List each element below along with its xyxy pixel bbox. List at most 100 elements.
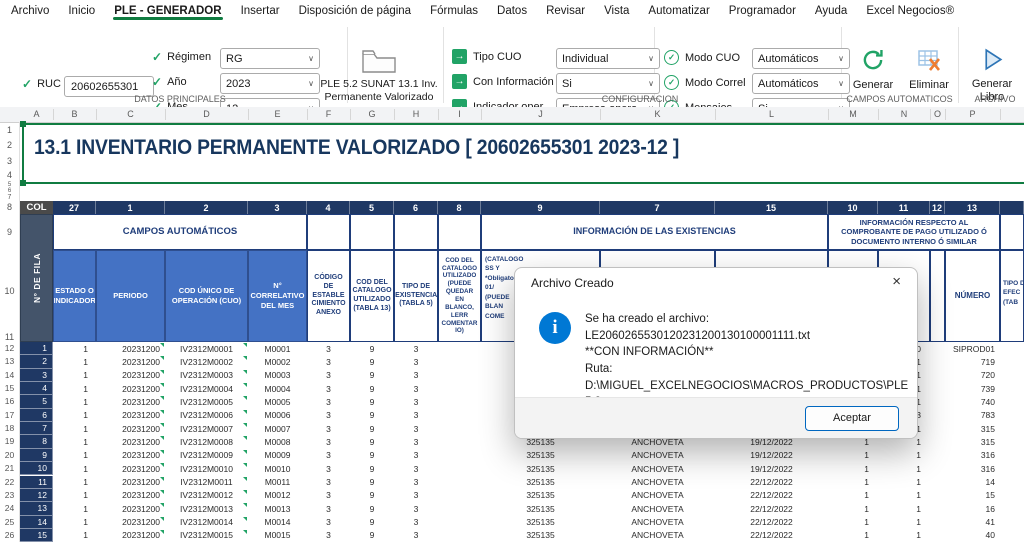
cell-c6[interactable]: 3 (394, 462, 438, 475)
row-number-1[interactable]: 1 (0, 123, 19, 137)
regimen-select[interactable]: RG ∨ (220, 48, 320, 69)
row-number-26[interactable]: 26 (0, 529, 19, 542)
menu-tab-datos[interactable]: Datos (496, 2, 528, 20)
cell-correlativo[interactable]: M0003 (248, 369, 307, 382)
row-number-4[interactable]: 4 (0, 169, 19, 182)
aceptar-button[interactable]: Aceptar (805, 406, 899, 431)
cell-periodo[interactable]: 20231200 (96, 529, 165, 542)
menu-tab-automatizar[interactable]: Automatizar (647, 2, 710, 20)
cell-estado[interactable]: 1 (53, 489, 96, 502)
cell-periodo[interactable]: 20231200 (96, 516, 165, 529)
cell-numero[interactable]: 315 (945, 435, 1000, 448)
cell-fecha[interactable]: 22/12/2022 (715, 502, 828, 515)
cell-cuo[interactable]: IV2312M0013 (165, 502, 248, 515)
column-header-strip[interactable]: A B C D E F G H I J K L M N O P (0, 107, 1024, 123)
cell-c6[interactable]: 3 (394, 449, 438, 462)
modo-correl-select[interactable]: Automáticos ∨ (752, 73, 850, 94)
cell-c4[interactable]: 3 (307, 369, 350, 382)
cell-c4[interactable]: 3 (307, 516, 350, 529)
row-number-14[interactable]: 14 (0, 369, 19, 382)
fila-cell[interactable]: 6 (20, 408, 53, 423)
cell-fecha[interactable]: 22/12/2022 (715, 476, 828, 489)
cell-c4[interactable]: 3 (307, 462, 350, 475)
cell-periodo[interactable]: 20231200 (96, 502, 165, 515)
cell-v2[interactable]: 1 (878, 516, 930, 529)
cell-c6[interactable]: 3 (394, 529, 438, 542)
cell-cuo[interactable]: IV2312M0004 (165, 382, 248, 395)
fila-cell[interactable]: 14 (20, 515, 53, 529)
cell-correlativo[interactable]: M0007 (248, 422, 307, 435)
tipo-cuo-select[interactable]: Individual ∨ (556, 48, 660, 69)
cell-descripcion[interactable]: ANCHOVETA (600, 489, 715, 502)
cell-estado[interactable]: 1 (53, 435, 96, 448)
eliminar-button[interactable]: Eliminar (900, 47, 958, 92)
cell-codigo[interactable]: 325135 (481, 502, 600, 515)
cell-v1[interactable]: 1 (828, 529, 878, 542)
fila-cell[interactable]: 9 (20, 448, 53, 463)
menu-tab-ayuda[interactable]: Ayuda (814, 2, 848, 20)
cell-c5[interactable]: 9 (350, 422, 394, 435)
cell-cuo[interactable]: IV2312M0009 (165, 449, 248, 462)
row-number-24[interactable]: 24 (0, 502, 19, 515)
cell-v2[interactable]: 1 (878, 489, 930, 502)
fila-cell[interactable]: 1 (20, 342, 53, 356)
cell-cuo[interactable]: IV2312M0010 (165, 462, 248, 475)
selection-handle[interactable] (20, 180, 26, 186)
cell-cuo[interactable]: IV2312M0015 (165, 529, 248, 542)
cell-fecha[interactable]: 19/12/2022 (715, 462, 828, 475)
cell-c5[interactable]: 9 (350, 529, 394, 542)
column-letter-E[interactable]: E (274, 109, 280, 119)
cell-correlativo[interactable]: M0014 (248, 516, 307, 529)
row-number-11[interactable]: 11 (0, 333, 19, 342)
row-number-8[interactable]: 8 (0, 201, 19, 214)
cell-correlativo[interactable]: M0010 (248, 462, 307, 475)
cell-c6[interactable]: 3 (394, 395, 438, 408)
cell-codigo[interactable]: 325135 (481, 462, 600, 475)
column-letter-D[interactable]: D (203, 109, 210, 119)
cell-cuo[interactable]: IV2312M0011 (165, 476, 248, 489)
cell-periodo[interactable]: 20231200 (96, 476, 165, 489)
cell-numero[interactable]: 40 (945, 529, 1000, 542)
cell-estado[interactable]: 1 (53, 476, 96, 489)
cell-v2[interactable]: 1 (878, 462, 930, 475)
cell-c4[interactable]: 3 (307, 422, 350, 435)
cell-estado[interactable]: 1 (53, 342, 96, 355)
cell-v2[interactable]: 1 (878, 529, 930, 542)
cell-c6[interactable]: 3 (394, 489, 438, 502)
cell-estado[interactable]: 1 (53, 382, 96, 395)
cell-c4[interactable]: 3 (307, 382, 350, 395)
cell-correlativo[interactable]: M0004 (248, 382, 307, 395)
cell-estado[interactable]: 1 (53, 395, 96, 408)
cell-estado[interactable]: 1 (53, 462, 96, 475)
row-number-3[interactable]: 3 (0, 153, 19, 169)
cell-estado[interactable]: 1 (53, 449, 96, 462)
menu-tab-disposici-n-de-p-gina[interactable]: Disposición de página (298, 2, 413, 20)
cell-c4[interactable]: 3 (307, 502, 350, 515)
cell-c4[interactable]: 3 (307, 449, 350, 462)
cell-periodo[interactable]: 20231200 (96, 382, 165, 395)
cell-cuo[interactable]: IV2312M0007 (165, 422, 248, 435)
fila-cell[interactable]: 12 (20, 488, 53, 503)
cell-v2[interactable]: 1 (878, 449, 930, 462)
row-number-10[interactable]: 10 (0, 250, 19, 333)
fila-cell[interactable]: 11 (20, 475, 53, 489)
cell-cuo[interactable]: IV2312M0006 (165, 409, 248, 422)
cell-c6[interactable]: 3 (394, 435, 438, 448)
cell-codigo[interactable]: 325135 (481, 529, 600, 542)
close-icon[interactable]: × (892, 273, 901, 290)
cell-periodo[interactable]: 20231200 (96, 409, 165, 422)
modo-cuo-select[interactable]: Automáticos ∨ (752, 48, 850, 69)
menu-tab-vista[interactable]: Vista (603, 2, 630, 20)
cell-correlativo[interactable]: M0009 (248, 449, 307, 462)
fila-cell[interactable]: 15 (20, 528, 53, 542)
cell-fecha[interactable]: 19/12/2022 (715, 449, 828, 462)
cell-c4[interactable]: 3 (307, 529, 350, 542)
cell-c4[interactable]: 3 (307, 355, 350, 368)
column-letter-B[interactable]: B (71, 109, 77, 119)
cell-periodo[interactable]: 20231200 (96, 462, 165, 475)
column-letter-I[interactable]: I (458, 109, 461, 119)
row-number-20[interactable]: 20 (0, 449, 19, 462)
cell-periodo[interactable]: 20231200 (96, 355, 165, 368)
cell-v2[interactable]: 1 (878, 476, 930, 489)
fila-cell[interactable]: 5 (20, 395, 53, 409)
